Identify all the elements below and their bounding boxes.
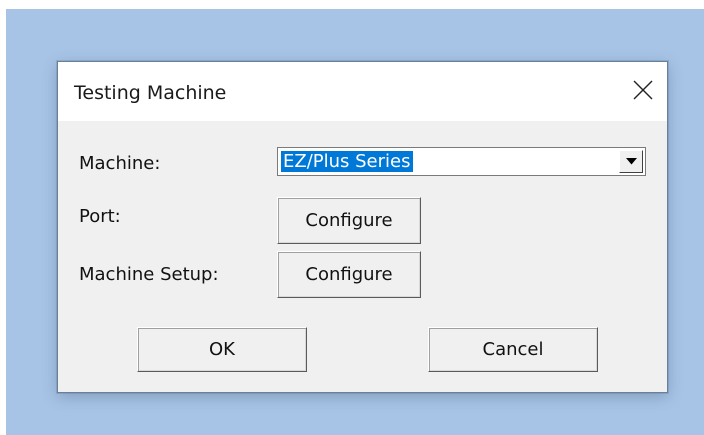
ok-button[interactable]: OK [137, 327, 307, 372]
port-configure-button[interactable]: Configure [277, 197, 421, 244]
title-bar: Testing Machine [58, 62, 667, 121]
desktop-background: Testing Machine Machine: EZ/Plus Series … [6, 9, 704, 435]
machine-select[interactable]: EZ/Plus Series [277, 147, 646, 176]
machine-setup-configure-button[interactable]: Configure [277, 251, 421, 298]
port-label: Port: [79, 206, 121, 227]
dropdown-arrow-button[interactable] [619, 150, 643, 173]
machine-label: Machine: [79, 153, 161, 174]
dialog-title: Testing Machine [74, 82, 227, 104]
cancel-button[interactable]: Cancel [428, 327, 598, 372]
machine-setup-label: Machine Setup: [79, 264, 219, 285]
close-icon[interactable] [629, 76, 657, 104]
chevron-down-icon [626, 158, 637, 165]
machine-selected-value[interactable]: EZ/Plus Series [281, 151, 413, 172]
testing-machine-dialog: Testing Machine Machine: EZ/Plus Series … [57, 61, 668, 393]
